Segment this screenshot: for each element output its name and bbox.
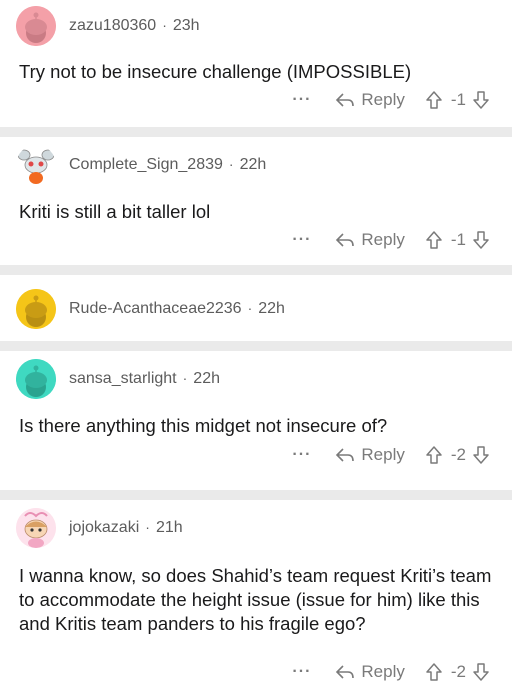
comment-separator: [0, 490, 512, 500]
downvote-icon[interactable]: [472, 662, 490, 682]
timestamp: 22h: [258, 300, 285, 317]
snoo-avatar-icon: [16, 289, 56, 329]
avatar[interactable]: [16, 289, 56, 329]
comment-header: zazu180360 · 23h: [16, 6, 200, 46]
comment-actions: ··· Reply -1: [292, 90, 490, 110]
reply-label: Reply: [361, 445, 405, 464]
vote-controls: -1: [425, 230, 490, 250]
reply-arrow-icon: [336, 233, 355, 247]
snoo-avatar-icon: [16, 145, 56, 185]
comment-separator: [0, 341, 512, 351]
comment-meta: Complete_Sign_2839 · 22h: [69, 156, 266, 174]
username[interactable]: sansa_starlight: [69, 370, 177, 387]
avatar[interactable]: [16, 6, 56, 46]
avatar[interactable]: [16, 359, 56, 399]
comment-meta: zazu180360 · 23h: [69, 17, 200, 35]
snoo-avatar-icon: [16, 6, 56, 46]
comment-2: Complete_Sign_2839 · 22h Kriti is still a …: [0, 137, 512, 265]
avatar[interactable]: [16, 508, 56, 548]
vote-score: -2: [450, 445, 466, 464]
more-options-button[interactable]: ···: [292, 663, 311, 681]
downvote-icon[interactable]: [472, 445, 490, 465]
more-options-button[interactable]: ···: [292, 91, 311, 109]
comment-separator: [0, 127, 512, 137]
comment-header: sansa_starlight · 22h: [16, 359, 220, 399]
reply-arrow-icon: [336, 665, 355, 679]
reply-button[interactable]: Reply: [335, 230, 405, 250]
comment-text: Try not to be insecure challenge (IMPOSS…: [19, 61, 412, 82]
vote-score: -2: [450, 662, 466, 681]
more-options-button[interactable]: ···: [292, 446, 311, 464]
timestamp: 23h: [172, 17, 200, 34]
more-options-button[interactable]: ···: [292, 231, 311, 249]
comment-5: jojokazaki · 21h I wanna know, so does Sha…: [0, 500, 512, 682]
username[interactable]: jojokazaki: [69, 519, 139, 536]
username[interactable]: Rude-Acanthaceae2236: [69, 300, 242, 317]
reply-button[interactable]: Reply: [335, 90, 405, 110]
snoo-avatar-icon: [16, 508, 56, 548]
timestamp: 22h: [239, 156, 267, 173]
reply-arrow-icon: [336, 448, 355, 462]
username[interactable]: zazu180360: [69, 17, 156, 34]
upvote-icon[interactable]: [425, 90, 443, 110]
comment-text: I wanna know, so does Shahid’s team requ…: [19, 565, 492, 634]
comment-header: Complete_Sign_2839 · 22h: [16, 145, 266, 185]
vote-controls: -2: [425, 662, 490, 682]
comment-4: sansa_starlight · 22h Is there anything th…: [0, 351, 512, 490]
separator-dot: ·: [162, 17, 167, 33]
vote-score: -1: [450, 230, 466, 249]
comment-meta: Rude-Acanthaceae2236 · 22h: [69, 300, 285, 318]
comment-meta: sansa_starlight · 22h: [69, 370, 220, 388]
comment-actions: ··· Reply -1: [292, 230, 490, 250]
comment-1: zazu180360 · 23h Try not to be insecure ch…: [0, 0, 512, 127]
reply-label: Reply: [361, 90, 405, 109]
reply-label: Reply: [361, 230, 405, 249]
avatar[interactable]: [16, 145, 56, 185]
reply-button[interactable]: Reply: [335, 445, 405, 465]
comment-text: Kriti is still a bit taller lol: [19, 201, 211, 222]
snoo-avatar-icon: [16, 359, 56, 399]
comment-actions: ··· Reply -2: [292, 445, 490, 465]
comment-header: Rude-Acanthaceae2236 · 22h: [16, 289, 285, 329]
reply-arrow-icon: [336, 93, 355, 107]
comment-actions: ··· Reply -2: [292, 662, 490, 682]
vote-controls: -1: [425, 90, 490, 110]
separator-dot: ·: [182, 370, 188, 386]
username[interactable]: Complete_Sign_2839: [69, 156, 223, 173]
timestamp: 22h: [193, 370, 220, 387]
separator-dot: ·: [145, 519, 150, 535]
downvote-icon[interactable]: [472, 90, 490, 110]
upvote-icon[interactable]: [425, 662, 443, 682]
downvote-icon[interactable]: [472, 230, 490, 250]
comment-header: jojokazaki · 21h: [16, 508, 183, 548]
vote-controls: -2: [425, 445, 490, 465]
reply-label: Reply: [361, 662, 405, 681]
upvote-icon[interactable]: [425, 445, 443, 465]
separator-dot: ·: [247, 300, 253, 316]
vote-score: -1: [450, 90, 466, 109]
comment-separator: [0, 265, 512, 275]
comment-3: Rude-Acanthaceae2236 · 22h: [0, 275, 512, 341]
upvote-icon[interactable]: [425, 230, 443, 250]
comment-text: Is there anything this midget not insecu…: [19, 415, 388, 436]
comment-meta: jojokazaki · 21h: [69, 519, 183, 537]
timestamp: 21h: [155, 519, 183, 536]
separator-dot: ·: [228, 156, 234, 172]
reply-button[interactable]: Reply: [335, 662, 405, 682]
